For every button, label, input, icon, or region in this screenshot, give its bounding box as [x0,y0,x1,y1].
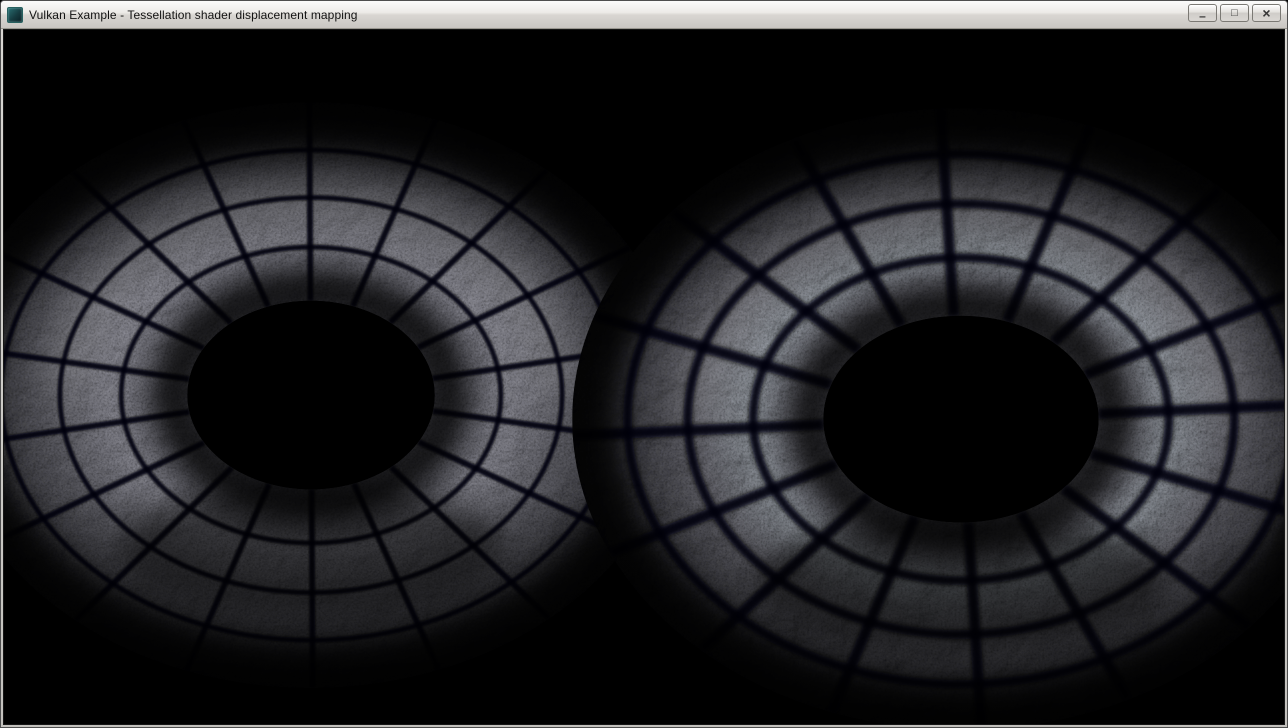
maximize-button[interactable]: □ [1220,4,1249,22]
render-canvas [4,30,1284,724]
app-window: Vulkan Example - Tessellation shader dis… [0,0,1288,728]
close-button[interactable]: × [1252,4,1281,22]
render-viewport[interactable] [3,29,1285,725]
maximize-icon: □ [1231,8,1238,19]
minimize-button[interactable]: – [1188,4,1217,22]
titlebar[interactable]: Vulkan Example - Tessellation shader dis… [1,1,1287,29]
minimize-icon: – [1199,10,1206,22]
app-icon[interactable] [7,7,23,23]
window-title: Vulkan Example - Tessellation shader dis… [29,8,358,22]
caption-buttons: – □ × [1188,1,1281,22]
close-icon: × [1262,6,1270,20]
